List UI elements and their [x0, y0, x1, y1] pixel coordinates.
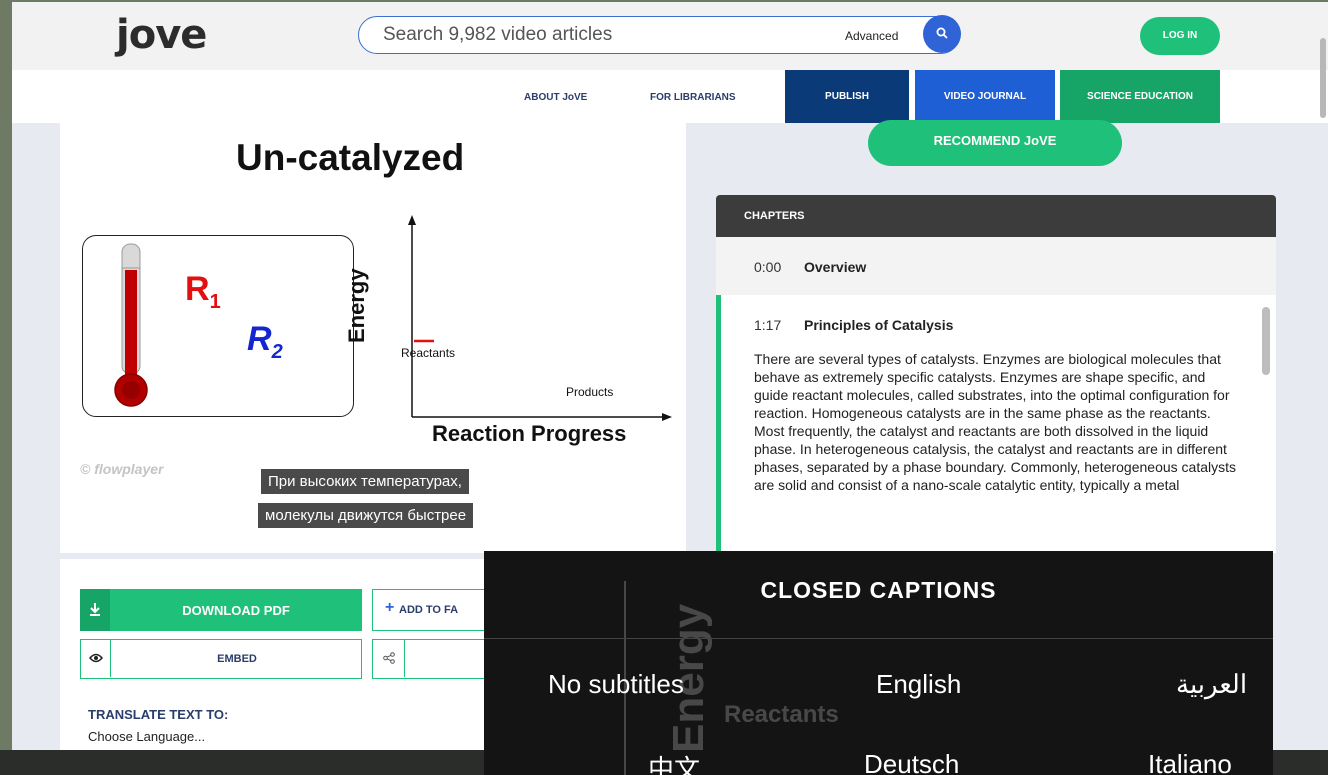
download-pdf-label: DOWNLOAD PDF	[182, 603, 290, 618]
products-label: Products	[566, 385, 614, 399]
caption-option-no-subtitles[interactable]: No subtitles	[548, 669, 684, 700]
embed-label: EMBED	[217, 653, 257, 665]
download-icon	[80, 589, 110, 631]
caption-option-english[interactable]: English	[876, 669, 961, 700]
chapter-name: Principles of Catalysis	[804, 317, 954, 333]
chapters-header: CHAPTERS	[716, 195, 1276, 237]
flowplayer-watermark: © flowplayer	[80, 461, 164, 477]
download-pdf-button[interactable]: DOWNLOAD PDF	[80, 589, 362, 631]
caption-option-chinese[interactable]: 中文	[648, 749, 700, 775]
nav-about-jove[interactable]: ABOUT JoVE	[524, 92, 587, 103]
embed-button[interactable]: EMBED	[80, 639, 362, 679]
closed-captions-divider	[484, 638, 1273, 639]
chapter-time: 0:00	[754, 259, 782, 275]
video-player[interactable]: Un-catalyzed R1 R2 Energy Reactants Prod…	[60, 123, 686, 553]
search-icon	[936, 27, 948, 39]
subtitle-line-1: При высоких температурах,	[261, 469, 469, 494]
jove-logo[interactable]: jove	[116, 12, 207, 58]
caption-option-arabic[interactable]: العربية	[1176, 669, 1247, 700]
translate-text-label: TRANSLATE TEXT TO:	[88, 707, 229, 722]
reactants-label: Reactants	[401, 346, 456, 360]
reaction-progress-axis-label: Reaction Progress	[432, 421, 627, 446]
site-header: jove Advanced LOG IN	[12, 2, 1328, 70]
molecule-r2-label: R2	[247, 320, 283, 363]
recommend-jove-button[interactable]: RECOMMEND JoVE	[868, 120, 1122, 166]
closed-captions-title: CLOSED CAPTIONS	[760, 577, 997, 603]
chapter-name: Overview	[804, 259, 867, 275]
main-nav: ABOUT JoVE FOR LIBRARIANS PUBLISH VIDEO …	[12, 70, 1328, 123]
nav-publish[interactable]: PUBLISH	[785, 70, 909, 123]
chapter-item-overview[interactable]: 0:00 Overview	[716, 237, 1276, 295]
thermometer-panel: R1 R2	[82, 235, 354, 417]
caption-option-deutsch[interactable]: Deutsch	[864, 749, 959, 775]
closed-captions-menu: Energy Reactants CLOSED CAPTIONS No subt…	[484, 551, 1273, 775]
advanced-search-link[interactable]: Advanced	[845, 29, 898, 43]
login-button[interactable]: LOG IN	[1140, 17, 1220, 55]
energy-graph	[408, 215, 672, 421]
chapter-transcript: There are several types of catalysts. En…	[754, 351, 1236, 493]
subtitle-line-2: молекулы движутся быстрее	[258, 503, 474, 528]
search-button[interactable]	[923, 15, 961, 53]
choose-language-select[interactable]: Choose Language...	[88, 729, 205, 744]
chapter-item-principles-of-catalysis[interactable]: 1:17 Principles of Catalysis There are s…	[716, 295, 1276, 553]
search-input[interactable]	[383, 24, 823, 46]
page-scrollbar[interactable]	[1320, 38, 1326, 118]
add-to-favorites-label: ADD TO FA	[399, 604, 459, 616]
nav-video-journal[interactable]: VIDEO JOURNAL	[915, 70, 1055, 123]
video-slide-title: Un-catalyzed	[236, 137, 465, 178]
eye-icon	[81, 640, 111, 677]
chapters-scrollbar[interactable]	[1262, 307, 1270, 375]
nav-for-librarians[interactable]: FOR LIBRARIANS	[650, 92, 736, 103]
plus-icon: +	[385, 599, 395, 616]
search-bar: Advanced	[358, 15, 961, 54]
caption-option-italiano[interactable]: Italiano	[1148, 749, 1232, 775]
energy-axis-label: Energy	[344, 268, 369, 343]
nav-science-education[interactable]: SCIENCE EDUCATION	[1060, 70, 1220, 123]
thermometer-icon	[114, 243, 148, 407]
molecule-r1-label: R1	[185, 270, 221, 313]
chapter-time: 1:17	[754, 317, 782, 333]
share-icon	[373, 640, 405, 677]
